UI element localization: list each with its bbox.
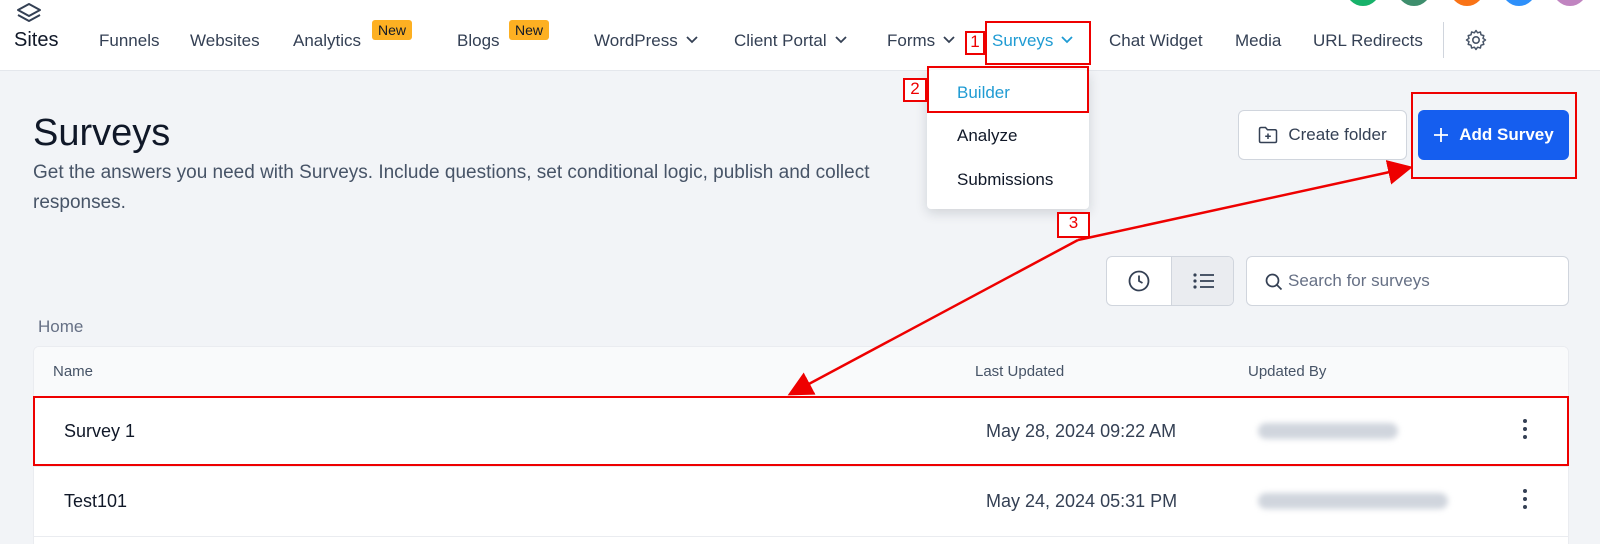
table-row[interactable]: Survey 1 May 28, 2024 09:22 AM — [34, 397, 1568, 467]
surveys-dropdown-menu: Builder Analyze Submissions — [927, 70, 1089, 209]
list-view-button[interactable] — [1171, 257, 1233, 305]
search-box — [1246, 256, 1569, 306]
table-header: Name Last Updated Updated By — [34, 347, 1568, 397]
column-header-updated-by[interactable]: Updated By — [1248, 363, 1326, 380]
survey-name[interactable]: Survey 1 — [64, 421, 135, 442]
avatar[interactable] — [1346, 0, 1380, 6]
row-menu-icon[interactable] — [1522, 489, 1528, 513]
nav-media[interactable]: Media — [1235, 30, 1281, 52]
page-title: Surveys — [33, 112, 171, 154]
recent-view-button[interactable] — [1107, 257, 1171, 305]
nav-surveys[interactable]: Surveys — [992, 30, 1074, 52]
page-description: Get the answers you need with Surveys. I… — [33, 162, 870, 213]
new-badge: New — [372, 20, 413, 40]
add-survey-button[interactable]: Add Survey — [1418, 110, 1569, 160]
nav-url-redirects[interactable]: URL Redirects — [1313, 30, 1423, 52]
top-navigation: Sites Funnels Websites Analytics New Blo… — [0, 0, 1600, 71]
annotation-number: 2 — [903, 78, 927, 102]
brand-label: Sites — [14, 29, 59, 51]
nav-client-portal-label: Client Portal — [734, 31, 827, 50]
chevron-down-icon — [686, 36, 698, 44]
survey-last-updated: May 28, 2024 09:22 AM — [986, 421, 1177, 441]
avatar[interactable] — [1502, 0, 1536, 6]
breadcrumb[interactable]: Home — [38, 317, 83, 337]
nav-wordpress-label: WordPress — [594, 31, 678, 50]
search-input[interactable] — [1288, 267, 1558, 295]
nav-wordpress[interactable]: WordPress — [594, 30, 698, 52]
clock-icon — [1128, 270, 1150, 292]
surveys-table: Name Last Updated Updated By Survey 1 Ma… — [33, 346, 1569, 544]
nav-forms-label: Forms — [887, 31, 936, 50]
add-survey-label: Add Survey — [1459, 125, 1554, 144]
chevron-down-icon — [834, 36, 847, 44]
create-folder-label: Create folder — [1288, 125, 1387, 144]
gear-icon[interactable] — [1464, 28, 1488, 52]
new-badge: New — [509, 20, 550, 40]
annotation-number: 3 — [1057, 212, 1090, 238]
row-menu-icon[interactable] — [1522, 419, 1528, 443]
dropdown-item-submissions[interactable]: Submissions — [957, 170, 1053, 190]
updated-by-blurred — [1258, 493, 1448, 509]
plus-icon — [1434, 128, 1449, 142]
survey-last-updated: May 24, 2024 05:31 PM — [986, 491, 1178, 511]
avatar[interactable] — [1553, 0, 1587, 6]
nav-chat-widget[interactable]: Chat Widget — [1109, 30, 1203, 52]
column-header-name[interactable]: Name — [53, 363, 93, 380]
sites-logo-icon — [17, 3, 41, 22]
nav-blogs[interactable]: Blogs — [457, 30, 500, 52]
dropdown-item-analyze[interactable]: Analyze — [957, 126, 1017, 146]
nav-websites[interactable]: Websites — [190, 30, 260, 52]
avatar[interactable] — [1397, 0, 1431, 6]
nav-analytics[interactable]: Analytics — [293, 30, 361, 52]
nav-divider — [1443, 22, 1444, 58]
annotation-number: 1 — [965, 31, 985, 55]
view-toggle — [1106, 256, 1234, 306]
nav-client-portal[interactable]: Client Portal — [734, 30, 847, 52]
survey-name[interactable]: Test101 — [64, 491, 127, 512]
create-folder-button[interactable]: Create folder — [1238, 110, 1407, 160]
updated-by-blurred — [1258, 423, 1398, 439]
chevron-down-icon — [943, 36, 955, 44]
nav-surveys-label: Surveys — [992, 31, 1054, 50]
column-header-last-updated[interactable]: Last Updated — [975, 363, 1064, 380]
chevron-down-icon — [1061, 36, 1074, 44]
search-icon — [1265, 273, 1283, 291]
table-row[interactable]: Test101 May 24, 2024 05:31 PM — [34, 467, 1568, 537]
avatar[interactable] — [1450, 0, 1484, 6]
nav-forms[interactable]: Forms — [887, 30, 955, 52]
folder-plus-icon — [1259, 126, 1278, 144]
brand[interactable]: Sites — [13, 2, 69, 52]
list-icon — [1192, 273, 1214, 289]
annotation-arrow-to-add-survey — [1077, 160, 1413, 242]
nav-funnels[interactable]: Funnels — [99, 30, 159, 52]
dropdown-item-builder[interactable]: Builder — [957, 83, 1010, 103]
